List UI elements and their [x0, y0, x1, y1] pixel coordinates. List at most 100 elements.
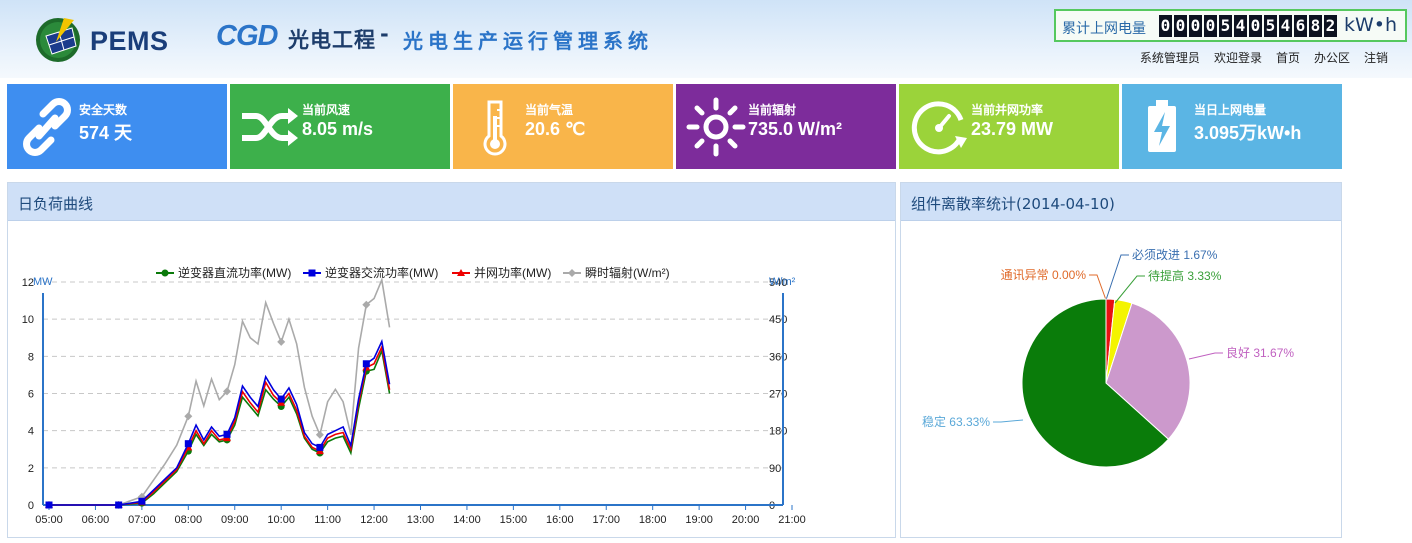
tile-label: 当前风速	[302, 103, 351, 117]
panel-title: 组件离散率统计(2014-04-10)	[911, 195, 1115, 213]
x-tick-label: 12:00	[360, 514, 388, 526]
x-tick-label: 20:00	[732, 514, 760, 526]
brand-dash: -	[380, 22, 389, 46]
legend-label: 并网功率(MW)	[474, 265, 551, 280]
meter-digit: 0	[1174, 15, 1187, 37]
daily-load-panel: 日负荷曲线 024681012090180270360450540MWW/m²0…	[7, 182, 896, 538]
tile-value: 574 天	[79, 123, 133, 143]
legend-label: 瞬时辐射(W/m²)	[585, 265, 670, 280]
meter-digit: 5	[1219, 15, 1232, 37]
x-tick-label: 18:00	[639, 514, 667, 526]
x-tick-label: 08:00	[175, 514, 203, 526]
series-line	[49, 338, 391, 506]
x-tick-label: 16:00	[546, 514, 574, 526]
meter-digit: 6	[1294, 15, 1307, 37]
meter-digit: 0	[1189, 15, 1202, 37]
y-tick-left: 0	[28, 500, 34, 512]
data-point	[316, 443, 324, 451]
x-tick-label: 13:00	[407, 514, 435, 526]
shuffle-icon	[242, 108, 298, 146]
thermometer-icon	[483, 100, 507, 156]
tile-grid-power: 当前并网功率 23.79 MW	[899, 84, 1119, 169]
y-tick-left: 8	[28, 351, 34, 363]
data-point	[115, 501, 123, 509]
pie-label-connector	[1114, 275, 1145, 304]
nav-home-link[interactable]: 首页	[1276, 49, 1300, 66]
y-tick-left: 4	[28, 426, 34, 438]
meter-digit: 4	[1279, 15, 1292, 37]
meter-digit: 5	[1264, 15, 1277, 37]
pie-label: 必须改进 1.67%	[1132, 248, 1218, 262]
x-tick-label: 15:00	[500, 514, 528, 526]
tile-label: 当前并网功率	[971, 103, 1044, 117]
tile-label: 当日上网电量	[1194, 103, 1267, 117]
pie-label: 通讯异常 0.00%	[1001, 268, 1087, 282]
y-axis-label-left: MW	[33, 276, 53, 288]
data-point	[184, 440, 192, 448]
tile-value: 3.095万kW•h	[1194, 123, 1302, 143]
y-tick-right: 180	[769, 426, 787, 438]
meter-digit: 0	[1159, 15, 1172, 37]
tile-temperature: 当前气温 20.6 ℃	[453, 84, 673, 169]
tile-value: 20.6 ℃	[525, 119, 586, 139]
data-point	[315, 430, 324, 439]
pie-label-connector	[1188, 352, 1223, 360]
cumulative-energy-meter: 累计上网电量 000054054682 kW•h	[1054, 9, 1407, 42]
x-tick-label: 10:00	[267, 514, 295, 526]
logo-text: PEMS	[90, 26, 169, 56]
meter-digit: 2	[1324, 15, 1337, 37]
tile-wind-speed: 当前风速 8.05 m/s	[230, 84, 450, 169]
meter-digit: 0	[1249, 15, 1262, 37]
y-tick-right: 90	[769, 463, 781, 475]
y-tick-left: 2	[28, 463, 34, 475]
panel-header: 日负荷曲线	[8, 183, 895, 221]
pems-logo	[36, 18, 80, 62]
tile-daily-energy: 当日上网电量 3.095万kW•h	[1122, 84, 1342, 169]
data-point	[184, 412, 193, 421]
pie-label: 良好 31.67%	[1226, 345, 1294, 360]
y-tick-right: 450	[769, 314, 787, 326]
gauge-icon	[911, 101, 967, 155]
meter-digit: 4	[1234, 15, 1247, 37]
x-tick-label: 21:00	[778, 514, 806, 526]
data-point	[45, 501, 53, 509]
meter-digit: 0	[1204, 15, 1217, 37]
nav-office-link[interactable]: 办公区	[1314, 49, 1350, 66]
tile-radiation: 当前辐射 735.0 W/m²	[676, 84, 896, 169]
x-tick-label: 07:00	[128, 514, 156, 526]
x-tick-label: 17:00	[592, 514, 620, 526]
tile-label: 当前辐射	[748, 103, 797, 117]
x-tick-label: 06:00	[82, 514, 110, 526]
data-point	[277, 337, 286, 346]
panel-title: 日负荷曲线	[18, 195, 94, 213]
meter-digit: 8	[1309, 15, 1322, 37]
series-line	[49, 277, 391, 506]
pie-label: 待提高 3.33%	[1148, 268, 1222, 283]
legend-marker	[161, 269, 169, 277]
x-tick-label: 05:00	[35, 514, 63, 526]
y-tick-right: 270	[769, 389, 787, 401]
discrete-rate-pie-chart: 必须改进 1.67% 通讯异常 0.00% 待提高 3.33% 良好 31.67% 稳定…	[922, 248, 1294, 468]
data-point	[223, 430, 231, 438]
brand-logo: CGD	[216, 20, 278, 52]
data-point	[138, 497, 146, 505]
x-tick-label: 11:00	[314, 514, 341, 526]
legend-marker	[568, 269, 576, 277]
brand-name: 光电工程	[288, 28, 376, 52]
tile-value: 8.05 m/s	[302, 119, 374, 139]
nav-user[interactable]: 系统管理员	[1140, 49, 1200, 66]
pie-label-connector	[1105, 254, 1129, 301]
data-point	[362, 360, 370, 368]
legend-label: 逆变器交流功率(MW)	[325, 265, 438, 280]
series-line	[49, 344, 391, 506]
sun-icon	[686, 97, 746, 157]
data-point	[277, 395, 285, 403]
top-nav: 系统管理员 欢迎登录 首页 办公区 注销	[1140, 49, 1388, 66]
system-subtitle: 光电生产运行管理系统	[403, 29, 653, 53]
tile-safety-days: 安全天数 574 天	[7, 84, 227, 169]
tile-label: 安全天数	[79, 103, 128, 117]
meter-unit: kW•h	[1344, 14, 1398, 36]
nav-logout-link[interactable]: 注销	[1364, 49, 1388, 66]
legend-marker	[308, 269, 316, 277]
tile-label: 当前气温	[525, 103, 574, 117]
